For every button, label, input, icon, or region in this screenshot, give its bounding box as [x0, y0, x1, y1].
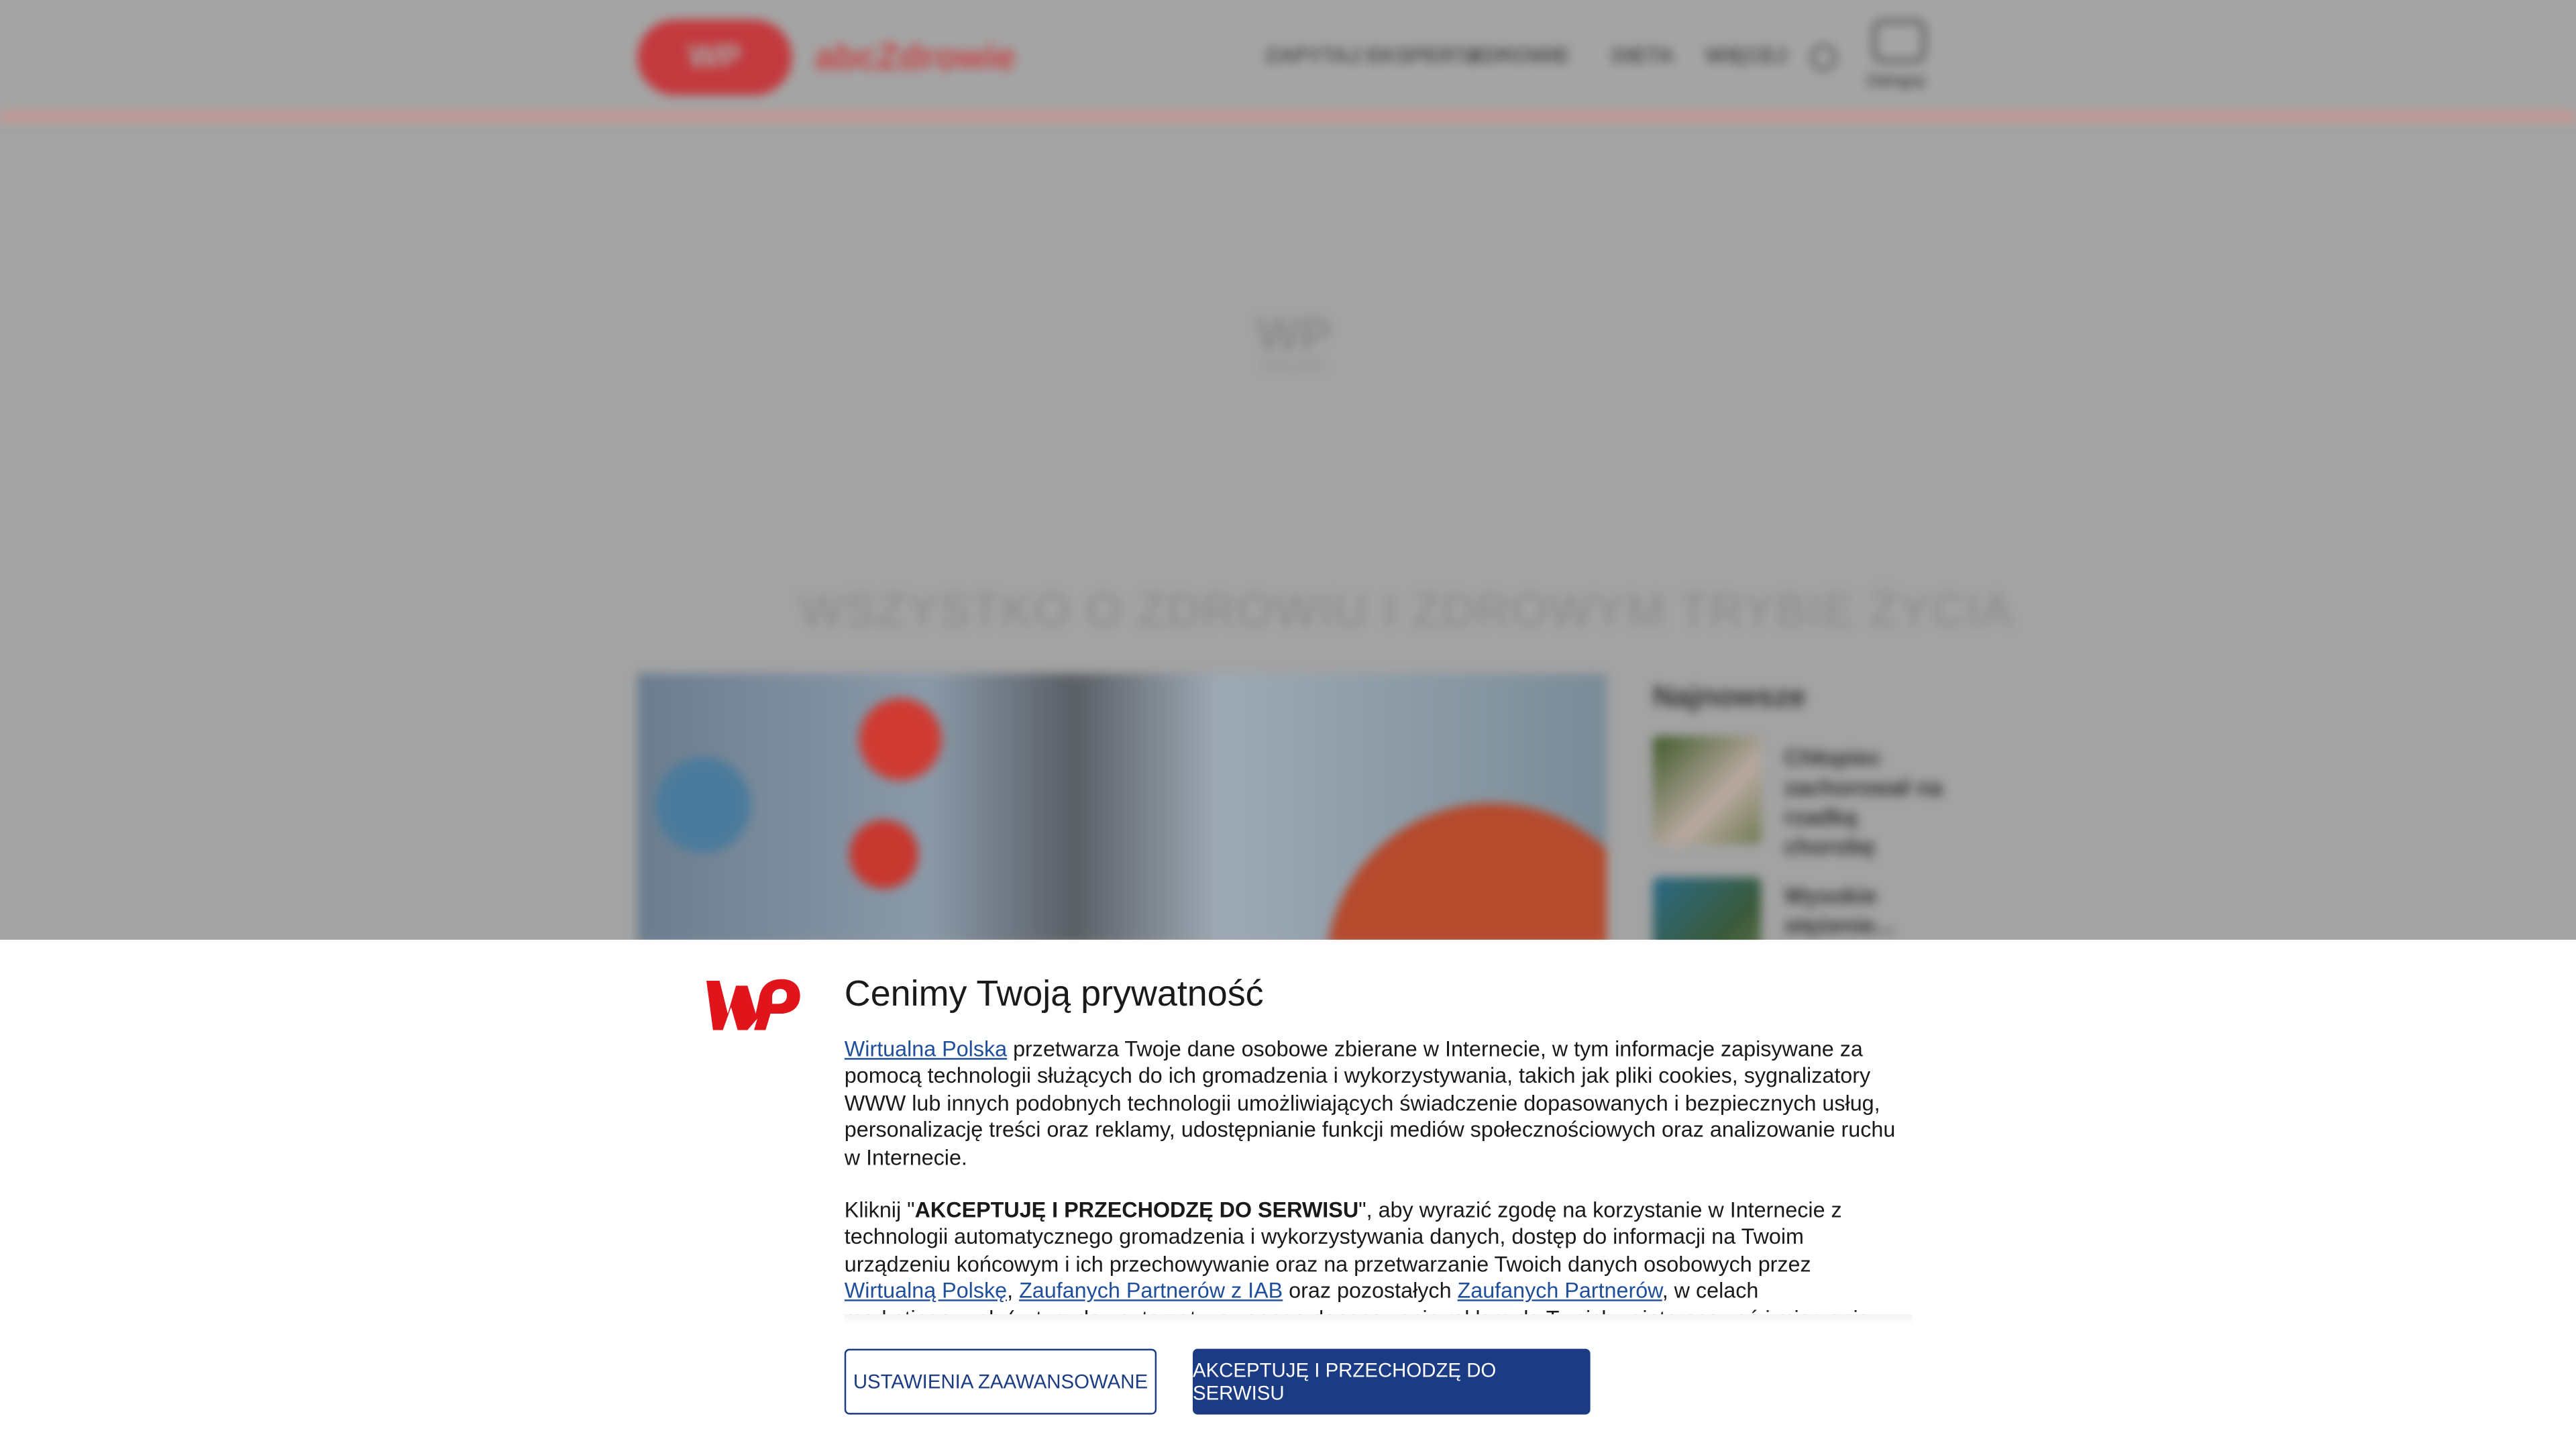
nav-item-more[interactable]: WIĘCEJ: [1705, 43, 1787, 68]
account-icon[interactable]: [1872, 19, 1926, 63]
trusted-partners-link[interactable]: Zaufanych Partnerów: [1458, 1279, 1662, 1303]
consent-paragraph: Kliknij "AKCEPTUJĘ I PRZECHODZĘ DO SERWI…: [845, 1197, 1896, 1319]
consent-text: Wirtualna Polska przetwarza Twoje dane o…: [845, 1036, 1896, 1319]
site-logo[interactable]: WP: [637, 19, 792, 96]
ad-logo: WP: [1256, 309, 1331, 360]
sidebar-thumbnail[interactable]: [1652, 736, 1762, 845]
ad-label: REKLAMA: [1261, 358, 1325, 373]
nav-item-diet[interactable]: DIETA: [1611, 43, 1674, 68]
site-name[interactable]: abcZdrowie: [815, 36, 1016, 79]
account-label[interactable]: Zaloguj: [1866, 72, 1925, 91]
sidebar-title: Najnowsze: [1652, 680, 1806, 713]
sidebar-item[interactable]: Chłopiec zachorował na rzadką chorobę: [1784, 743, 1949, 861]
consent-bold-text: AKCEPTUJĘ I PRZECHODZĘ DO SERWISU: [914, 1197, 1359, 1223]
consent-text-segment: ,: [1007, 1278, 1020, 1303]
nav-item-expert[interactable]: ZAPYTAJ EKSPERTA: [1265, 43, 1482, 68]
consent-title: Cenimy Twoją prywatność: [844, 972, 1264, 1014]
advanced-settings-button[interactable]: USTAWIENIA ZAAWANSOWANE: [844, 1348, 1157, 1415]
wp-link[interactable]: Wirtualna Polska: [845, 1036, 1007, 1061]
nav-item-health[interactable]: ZDROWIE: [1468, 43, 1569, 68]
sidebar-item[interactable]: Wysokie stężenie...: [1784, 881, 1949, 940]
consent-text-segment: Kliknij ": [844, 1197, 915, 1223]
iab-partners-link[interactable]: Zaufanych Partnerów z IAB: [1019, 1279, 1283, 1303]
wp-link[interactable]: Wirtualną Polskę: [845, 1279, 1007, 1303]
featured-image[interactable]: [637, 674, 1607, 945]
accept-button[interactable]: AKCEPTUJĘ I PRZECHODZĘ DO SERWISU: [1192, 1348, 1591, 1415]
consent-paragraph: Wirtualna Polska przetwarza Twoje dane o…: [845, 1036, 1896, 1171]
header-divider: [0, 111, 2576, 122]
page-headline: WSZYSTKO O ZDROWIU I ZDROWYM TRYBIE ŻYCI…: [800, 584, 2014, 636]
scroll-fade: [844, 1314, 1913, 1324]
search-icon[interactable]: [1810, 44, 1837, 71]
wp-logo-icon: [706, 979, 800, 1030]
consent-text-segment: oraz pozostałych: [1283, 1278, 1458, 1303]
